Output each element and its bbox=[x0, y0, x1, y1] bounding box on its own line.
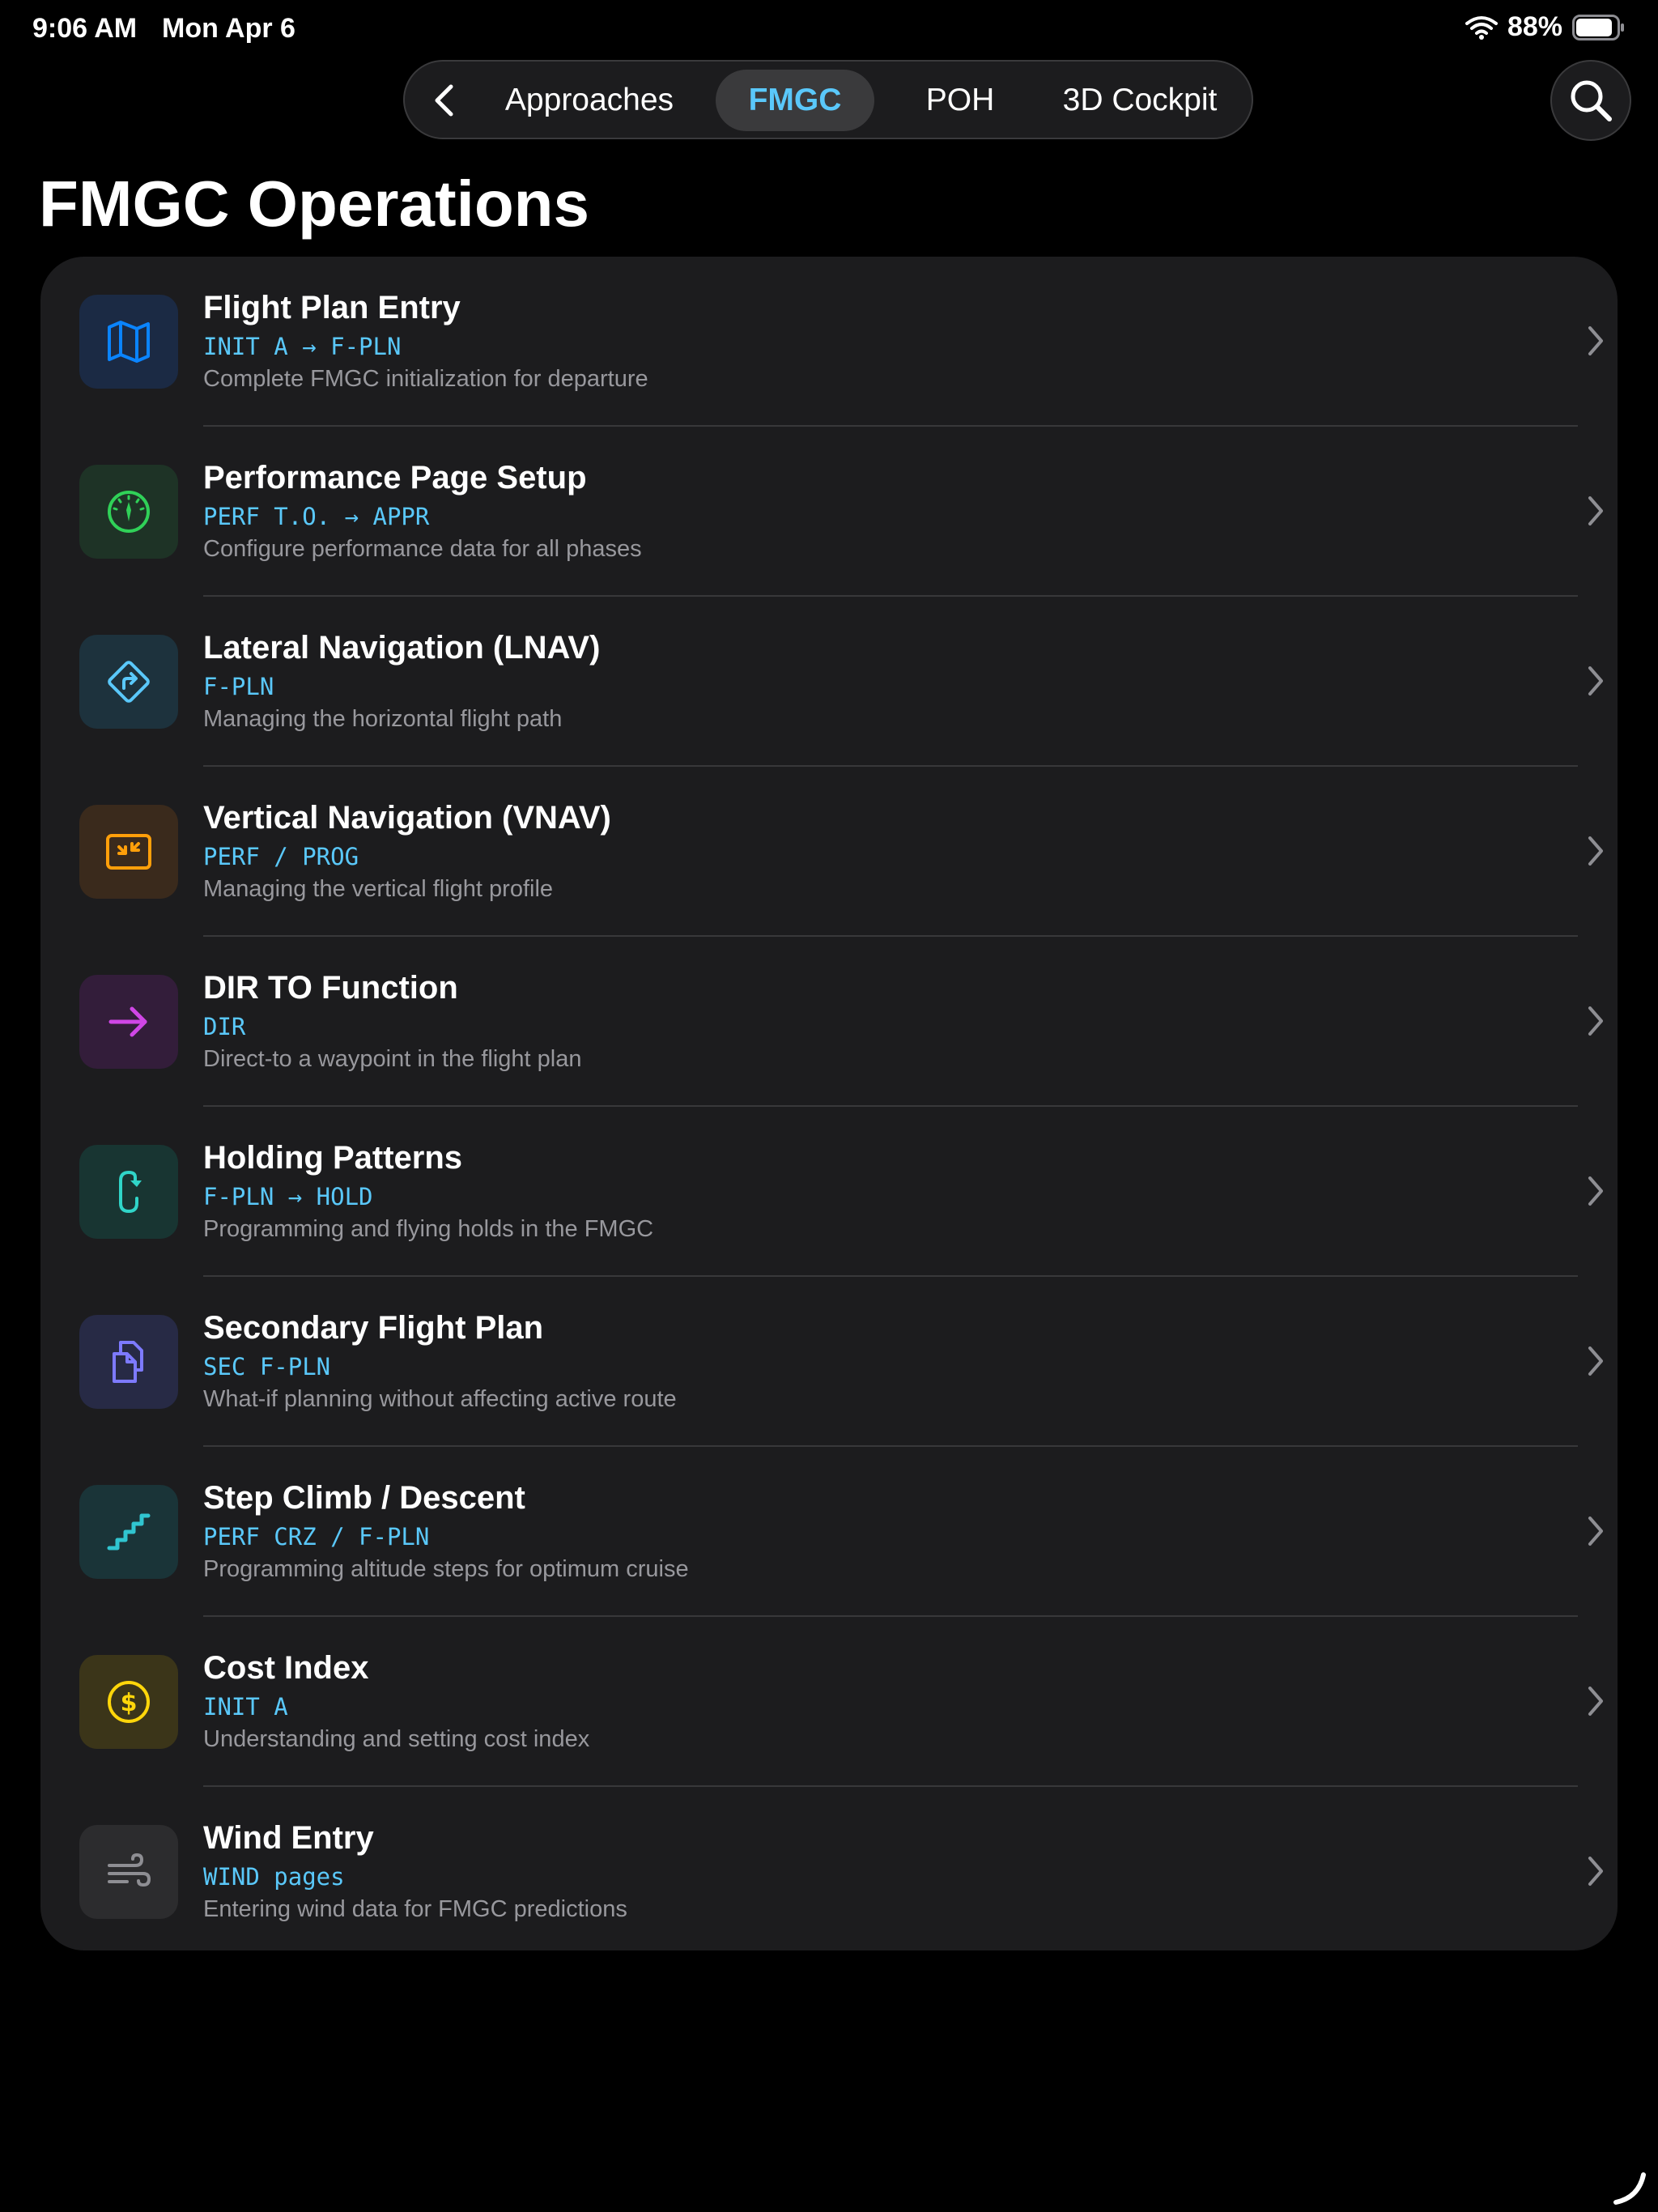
item-description: Entering wind data for FMGC predictions bbox=[203, 1896, 627, 1922]
wind-icon bbox=[79, 1825, 178, 1919]
chevron-right-icon bbox=[1588, 836, 1603, 866]
item-page-code: WIND pages bbox=[203, 1863, 345, 1891]
chevron-right-icon bbox=[1588, 1687, 1603, 1716]
chevron-right-icon bbox=[1588, 1176, 1603, 1206]
status-indicators: 88% bbox=[1465, 11, 1626, 43]
back-button[interactable] bbox=[419, 76, 468, 125]
list-item[interactable]: Holding Patterns F-PLN → HOLD Programming … bbox=[40, 1107, 1618, 1277]
list-item[interactable]: DIR TO Function DIR Direct-to a waypoint i… bbox=[40, 937, 1618, 1107]
battery-percent: 88% bbox=[1507, 11, 1562, 42]
item-title: Lateral Navigation (LNAV) bbox=[203, 630, 601, 666]
list-item[interactable]: Performance Page Setup PERF T.O. → APPR Co… bbox=[40, 427, 1618, 597]
item-title: DIR TO Function bbox=[203, 970, 458, 1006]
item-page-code: SEC F-PLN bbox=[203, 1353, 331, 1380]
item-title: Performance Page Setup bbox=[203, 460, 587, 496]
item-page-code: INIT A bbox=[203, 1693, 288, 1721]
dollar-circle-icon: $ bbox=[79, 1655, 178, 1749]
list-item[interactable]: Wind Entry WIND pages Entering wind data f… bbox=[40, 1787, 1618, 1957]
page-title: FMGC Operations bbox=[39, 168, 590, 240]
item-description: Programming and flying holds in the FMGC bbox=[203, 1216, 654, 1242]
stairs-icon bbox=[79, 1485, 178, 1579]
item-description: Complete FMGC initialization for departu… bbox=[203, 366, 648, 392]
item-description: Programming altitude steps for optimum c… bbox=[203, 1556, 689, 1582]
tab-3d-cockpit[interactable]: 3D Cockpit bbox=[1036, 70, 1244, 131]
wifi-icon bbox=[1465, 15, 1498, 40]
tab-approaches[interactable]: Approaches bbox=[479, 70, 699, 131]
chevron-right-icon bbox=[1588, 1857, 1603, 1886]
documents-icon bbox=[79, 1315, 178, 1409]
item-title: Vertical Navigation (VNAV) bbox=[203, 800, 611, 836]
list-item[interactable]: Secondary Flight Plan SEC F-PLN What-if pl… bbox=[40, 1277, 1618, 1447]
list-item[interactable]: Flight Plan Entry INIT A → F-PLN Complete … bbox=[40, 257, 1618, 427]
item-title: Cost Index bbox=[203, 1650, 369, 1686]
list-item[interactable]: Vertical Navigation (VNAV) PERF / PROG Man… bbox=[40, 767, 1618, 937]
chevron-right-icon bbox=[1588, 326, 1603, 355]
map-icon bbox=[79, 295, 178, 389]
item-title: Flight Plan Entry bbox=[203, 290, 461, 325]
compress-icon bbox=[79, 805, 178, 899]
item-page-code: PERF T.O. → APPR bbox=[203, 503, 430, 530]
tab-fmgc[interactable]: FMGC bbox=[716, 70, 874, 131]
item-page-code: F-PLN bbox=[203, 673, 274, 700]
status-bar: 9:06 AM Mon Apr 6 88% bbox=[0, 0, 1658, 58]
item-title: Wind Entry bbox=[203, 1820, 374, 1856]
chevron-right-icon bbox=[1588, 1006, 1603, 1036]
magnifier-icon bbox=[1571, 80, 1612, 121]
list-item[interactable]: $ Cost Index INIT A Understanding and setti… bbox=[40, 1617, 1618, 1787]
item-description: Configure performance data for all phase… bbox=[203, 536, 642, 562]
item-page-code: PERF / PROG bbox=[203, 843, 359, 870]
list-item[interactable]: Lateral Navigation (LNAV) F-PLN Managing t… bbox=[40, 597, 1618, 767]
chevron-left-icon bbox=[435, 84, 453, 117]
svg-text:$: $ bbox=[121, 1689, 138, 1717]
corner-gesture-indicator bbox=[1613, 2172, 1646, 2205]
status-date: Mon Apr 6 bbox=[162, 13, 295, 44]
arrow-right-icon bbox=[79, 975, 178, 1069]
gauge-icon bbox=[79, 465, 178, 559]
hold-loop-icon bbox=[79, 1145, 178, 1239]
item-description: What-if planning without affecting activ… bbox=[203, 1386, 677, 1412]
chevron-right-icon bbox=[1588, 1346, 1603, 1376]
chevron-right-icon bbox=[1588, 496, 1603, 525]
item-page-code: PERF CRZ / F-PLN bbox=[203, 1523, 430, 1551]
item-title: Step Climb / Descent bbox=[203, 1480, 525, 1516]
item-title: Secondary Flight Plan bbox=[203, 1310, 544, 1346]
chevron-right-icon bbox=[1588, 1516, 1603, 1546]
item-description: Understanding and setting cost index bbox=[203, 1726, 590, 1752]
operations-list: Flight Plan Entry INIT A → F-PLN Complete … bbox=[40, 257, 1618, 1950]
item-page-code: DIR bbox=[203, 1013, 246, 1040]
turn-right-sign-icon bbox=[79, 635, 178, 729]
status-time: 9:06 AM bbox=[32, 13, 138, 44]
item-description: Managing the horizontal flight path bbox=[203, 706, 563, 732]
item-description: Direct-to a waypoint in the flight plan bbox=[203, 1046, 582, 1072]
section-segmented-control: Approaches FMGC POH 3D Cockpit bbox=[403, 60, 1253, 139]
item-page-code: INIT A → F-PLN bbox=[203, 333, 402, 360]
battery-icon bbox=[1572, 14, 1624, 40]
item-description: Managing the vertical flight profile bbox=[203, 876, 554, 902]
tab-poh[interactable]: POH bbox=[891, 70, 1030, 131]
chevron-right-icon bbox=[1588, 666, 1603, 696]
item-title: Holding Patterns bbox=[203, 1140, 463, 1176]
item-page-code: F-PLN → HOLD bbox=[203, 1183, 373, 1210]
search-button[interactable] bbox=[1550, 60, 1631, 141]
list-item[interactable]: Step Climb / Descent PERF CRZ / F-PLN Prog… bbox=[40, 1447, 1618, 1617]
